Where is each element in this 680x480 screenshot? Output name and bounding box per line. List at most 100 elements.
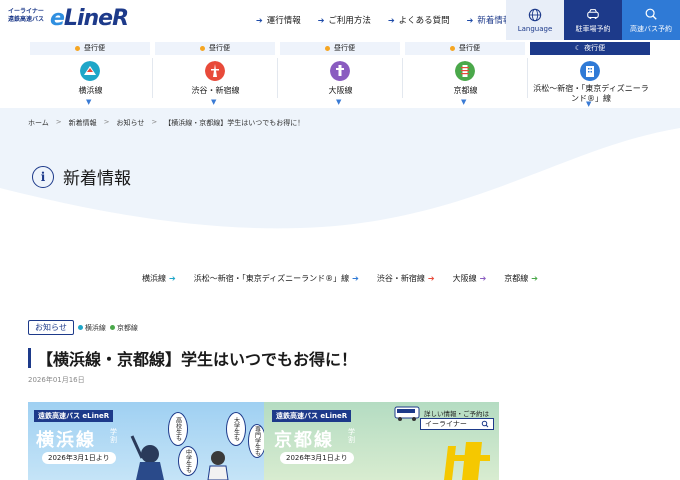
reserve-label: 高速バス予約 <box>630 24 672 33</box>
tokyo-route-icon <box>580 61 600 81</box>
shibuya-route-icon <box>205 61 225 81</box>
page-title: 新着情報 <box>63 169 131 189</box>
day-service-tag: 昼行便 <box>30 42 150 55</box>
banner-search-text: イーライナー <box>425 420 467 428</box>
tag-label: 京都線 <box>116 323 138 332</box>
banner-route-name: 横浜線 <box>36 430 96 451</box>
banner-start-date: 2026年3月1日より <box>280 452 354 464</box>
route-name: 渋谷・新宿線 <box>191 86 240 95</box>
day-service-tag: 昼行便 <box>155 42 275 55</box>
tag-label: 昼行便 <box>84 44 105 52</box>
car-icon <box>587 8 599 19</box>
eliner-logo[interactable]: イーライナー 遠鉄高速バス eLineR <box>8 6 129 34</box>
breadcrumb-notice[interactable]: お知らせ <box>117 118 145 128</box>
arrow-right-icon: ➔ <box>256 15 263 25</box>
banner-search-box: イーライナー <box>420 418 494 430</box>
arrow-right-icon: ➔ <box>169 274 176 283</box>
search-icon <box>481 420 489 428</box>
logo-subtitle: イーライナー 遠鉄高速バス <box>8 8 45 23</box>
title-accent-bar <box>28 348 31 368</box>
banner-brand-label: 遠鉄高速バス eLineR <box>272 410 352 422</box>
bus-illustration <box>394 406 420 421</box>
banner-start-date: 2026年3月1日より <box>42 452 116 464</box>
route-osaka[interactable]: 昼行便 大阪線 ▼ <box>278 40 403 108</box>
category-label: 渋谷・新宿線 <box>376 274 425 283</box>
arrow-right-icon: ➔ <box>317 15 325 25</box>
arrow-right-icon: ➔ <box>387 15 395 25</box>
category-label: 横浜線 <box>142 274 167 283</box>
logo-brand: eLineR <box>50 6 129 31</box>
nav-operation-info[interactable]: ➔ 運行情報 <box>256 14 301 27</box>
chevron-down-icon: ▼ <box>86 98 92 106</box>
route-shibuya-shinjuku[interactable]: 昼行便 渋谷・新宿線 ▼ <box>153 40 278 108</box>
category-link-hamamatsu-disney[interactable]: 浜松～新宿・「東京ディズニーランド®」線 ➔ <box>194 273 359 284</box>
language-label: Language <box>517 24 553 33</box>
tag-label: 昼行便 <box>459 44 480 52</box>
students-illustration <box>130 435 229 480</box>
category-link-yokohama[interactable]: 横浜線 ➔ <box>142 273 176 284</box>
breadcrumb-news[interactable]: 新着情報 <box>69 118 97 128</box>
route-name: 京都線 <box>453 86 478 95</box>
breadcrumb-current: 【横浜線・京都線】学生はいつでもお得に！ <box>164 119 305 127</box>
banner-yokohama: 遠鉄高速バス eLineR 横浜線 学割 2026年3月1日より 高校生も 大学… <box>28 402 266 480</box>
campaign-banner[interactable]: 遠鉄高速バス eLineR 横浜線 学割 2026年3月1日より 高校生も 大学… <box>28 402 499 480</box>
category-links: 横浜線 ➔ 浜松～新宿・「東京ディズニーランド®」線 ➔ 渋谷・新宿線 ➔ 大阪線 ➔ … <box>0 273 680 284</box>
banner-brand-label: 遠鉄高速バス eLineR <box>34 410 114 422</box>
nav-how-to-use[interactable]: ➔ ご利用方法 <box>317 14 371 27</box>
nav-news[interactable]: ➔ 新着情報 <box>466 14 512 27</box>
tag-label: 昼行便 <box>209 44 230 52</box>
category-link-osaka[interactable]: 大阪線 ➔ <box>453 273 487 284</box>
moon-icon: ☾ <box>574 44 582 52</box>
breadcrumb-home[interactable]: ホーム <box>28 118 49 128</box>
route-yokohama[interactable]: 昼行便 横浜線 ▼ <box>28 40 153 108</box>
sun-dot-icon <box>75 45 80 51</box>
parking-reserve-button[interactable]: 駐車場予約 <box>564 0 622 40</box>
breadcrumb-separator: > <box>55 118 62 126</box>
nav-label: 運行情報 <box>266 16 301 26</box>
day-service-tag: 昼行便 <box>280 42 400 55</box>
category-label: 大阪線 <box>452 274 477 283</box>
route-name: 大阪線 <box>328 86 353 95</box>
article-date: 2026年01月16日 <box>28 376 85 384</box>
route-hamamatsu-disney[interactable]: ☾ 夜行便 浜松～新宿・「東京ディズニーランド®」線 ▼ <box>528 40 653 108</box>
article-title: 【横浜線・京都線】学生はいつでもお得に！ <box>37 350 358 369</box>
arrow-right-icon: ➔ <box>427 274 435 283</box>
banner-student-discount: 学割 <box>348 428 355 444</box>
category-label: 浜松～新宿・「東京ディズニーランド®」線 <box>193 274 350 283</box>
banner-student-discount: 学割 <box>110 428 117 444</box>
nav-faq[interactable]: ➔ よくある質問 <box>387 14 450 27</box>
globe-icon <box>528 8 542 21</box>
otoku-graphic <box>444 442 490 480</box>
info-icon: i <box>32 165 54 188</box>
tag-label: 夜行便 <box>584 44 606 52</box>
chevron-down-icon: ▼ <box>461 98 467 106</box>
night-service-tag: ☾ 夜行便 <box>530 42 650 55</box>
route-kyoto[interactable]: 昼行便 京都線 ▼ <box>403 40 528 108</box>
category-link-kyoto[interactable]: 京都線 ➔ <box>504 273 538 284</box>
arrow-right-icon: ➔ <box>466 15 474 25</box>
kyoto-route-icon <box>455 61 475 81</box>
category-link-shibuya-shinjuku[interactable]: 渋谷・新宿線 ➔ <box>377 273 435 284</box>
page-title-block: i 新着情報 <box>32 164 131 189</box>
tag-label: 昼行便 <box>334 44 355 52</box>
bus-reserve-button[interactable]: 高速バス予約 <box>622 0 680 40</box>
banner-kyoto: 遠鉄高速バス eLineR 京都線 学割 2026年3月1日より 詳しい情報・ご… <box>264 402 499 480</box>
banner-info-text: 詳しい情報・ご予約は <box>424 410 489 418</box>
route-bar: 昼行便 横浜線 ▼ 昼行便 渋谷・新宿線 ▼ 昼行便 大阪線 ▼ 昼行便 京都線… <box>0 40 680 108</box>
sun-dot-icon <box>325 45 330 51</box>
day-service-tag: 昼行便 <box>405 42 525 55</box>
sun-dot-icon <box>200 45 205 51</box>
article-tag-kyoto[interactable]: 京都線 <box>109 323 138 333</box>
tag-dot-icon <box>77 325 83 330</box>
chevron-down-icon: ▼ <box>211 98 217 106</box>
language-button[interactable]: Language <box>506 0 564 40</box>
category-label: 京都線 <box>504 274 529 283</box>
top-nav: ➔ 運行情報 ➔ ご利用方法 ➔ よくある質問 ➔ 新着情報 <box>256 14 528 27</box>
breadcrumb: ホーム > 新着情報 > お知らせ > 【横浜線・京都線】学生はいつでもお得に！ <box>28 118 304 128</box>
breadcrumb-separator: > <box>103 118 110 126</box>
arrow-right-icon: ➔ <box>479 274 487 283</box>
article-tag-yokohama[interactable]: 横浜線 <box>77 323 106 333</box>
banner-route-name: 京都線 <box>274 430 334 451</box>
article-title-block: 【横浜線・京都線】学生はいつでもお得に！ <box>28 346 357 370</box>
page-hero: ホーム > 新着情報 > お知らせ > 【横浜線・京都線】学生はいつでもお得に！… <box>0 108 680 253</box>
